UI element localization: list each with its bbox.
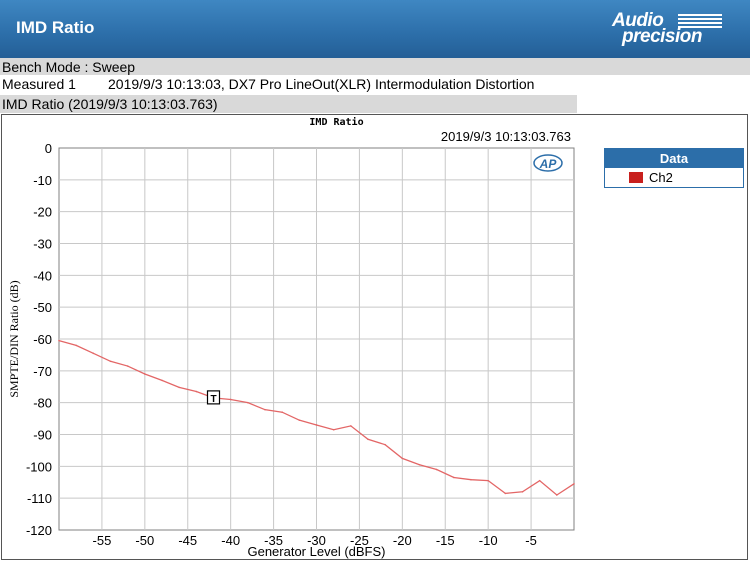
y-tick-label: -110 — [27, 491, 52, 506]
data-point — [487, 479, 489, 482]
data-point — [229, 398, 232, 401]
y-tick-label: -100 — [26, 459, 52, 474]
legend-title: Data — [605, 149, 743, 168]
y-tick-label: -50 — [33, 300, 52, 315]
ap-logo-text: AP — [539, 157, 558, 171]
x-tick-label: -20 — [393, 533, 412, 548]
y-tick-label: -80 — [33, 396, 52, 411]
x-axis-label: Generator Level (dBFS) — [247, 544, 385, 559]
data-point — [521, 491, 524, 493]
x-tick-label: -5 — [525, 533, 537, 548]
chart-title: IMD Ratio — [309, 116, 363, 128]
data-point — [315, 424, 318, 426]
data-point — [435, 468, 438, 471]
data-point — [109, 360, 112, 363]
x-tick-label: -40 — [221, 533, 240, 548]
legend-item-ch2[interactable]: Ch2 — [605, 168, 743, 187]
data-point — [367, 438, 369, 441]
y-tick-label: 0 — [45, 141, 52, 156]
data-point — [126, 365, 129, 367]
x-tick-label: -10 — [479, 533, 498, 548]
chart-timestamp: 2019/9/3 10:13:03.763 — [441, 129, 571, 144]
legend-swatch — [629, 172, 643, 183]
data-point — [161, 379, 163, 382]
y-tick-label: -90 — [33, 428, 52, 443]
y-tick-label: -30 — [33, 237, 52, 252]
trace-marker-label: T — [210, 394, 216, 405]
data-point — [401, 457, 404, 460]
data-point — [144, 373, 146, 375]
legend: Data Ch2 — [604, 148, 744, 188]
x-tick-label: -45 — [178, 533, 197, 548]
y-tick-label: -20 — [33, 205, 52, 220]
data-point — [264, 408, 266, 411]
data-point — [281, 411, 283, 414]
y-tick-label: -10 — [33, 173, 52, 188]
data-point — [247, 401, 249, 404]
data-point — [332, 428, 335, 431]
y-tick-label: -40 — [33, 268, 52, 283]
y-axis-label: SMPTE/DIN Ratio (dB) — [7, 280, 21, 397]
imd-ratio-chart: -55 -50 -45 -40 -35 -30 -25 -20 -15 -10 -50-10-20-… — [7, 116, 575, 559]
data-point — [75, 344, 77, 347]
data-point — [178, 386, 180, 389]
x-tick-label: -55 — [93, 533, 112, 548]
data-point — [418, 463, 421, 466]
data-point — [58, 339, 60, 342]
data-point — [573, 483, 575, 485]
y-tick-label: -70 — [33, 364, 52, 379]
data-point — [556, 494, 558, 496]
data-point — [384, 443, 386, 446]
data-point — [538, 479, 541, 482]
y-tick-label: -60 — [33, 332, 52, 347]
data-point — [195, 390, 198, 393]
legend-label: Ch2 — [649, 170, 673, 185]
data-point — [453, 476, 455, 479]
y-tick-label: -120 — [26, 523, 52, 538]
data-point — [298, 419, 301, 421]
data-point — [350, 425, 352, 427]
x-tick-label: -15 — [436, 533, 455, 548]
data-point — [470, 478, 472, 481]
x-tick-label: -50 — [135, 533, 154, 548]
data-point — [92, 352, 95, 355]
data-point — [504, 492, 507, 495]
